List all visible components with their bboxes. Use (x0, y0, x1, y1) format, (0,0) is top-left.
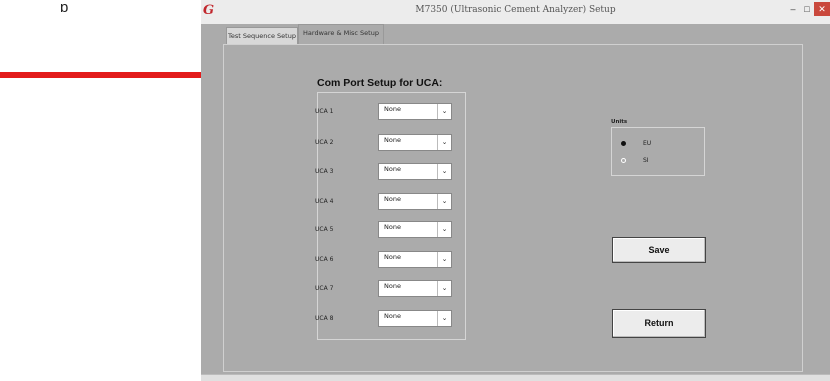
uca-6-port-select[interactable]: None ⌄ (378, 251, 452, 268)
units-group-title: Units (611, 119, 628, 125)
uca-label: UCA 8 (315, 315, 334, 322)
uca-select-value: None (384, 282, 401, 290)
eu-radio[interactable] (621, 141, 626, 146)
uca-label: UCA 2 (315, 139, 334, 146)
com-port-group-box (317, 92, 466, 340)
uca-select-value: None (384, 195, 401, 203)
uca-2-port-select[interactable]: None ⌄ (378, 134, 452, 151)
cutoff-text: p (60, 0, 69, 12)
uca-label: UCA 1 (315, 108, 334, 115)
si-radio-label: SI (643, 157, 649, 164)
uca-label: UCA 5 (315, 226, 334, 233)
com-port-section-title: Com Port Setup for UCA: (317, 77, 443, 89)
chevron-down-icon[interactable]: ⌄ (437, 311, 451, 326)
uca-3-port-select[interactable]: None ⌄ (378, 163, 452, 180)
return-button[interactable]: Return (612, 309, 706, 338)
uca-row: UCA 5 None ⌄ (201, 221, 452, 239)
uca-row: UCA 2 None ⌄ (201, 134, 452, 152)
tab-strip: Test Sequence Setup Hardware & Misc Setu… (201, 24, 830, 44)
tab-hardware-misc-setup[interactable]: Hardware & Misc Setup (298, 24, 384, 44)
uca-select-value: None (384, 105, 401, 113)
eu-radio-label: EU (643, 140, 652, 147)
window-title: M7350 (Ultrasonic Cement Analyzer) Setup (415, 5, 616, 15)
uca-select-value: None (384, 223, 401, 231)
chevron-down-icon[interactable]: ⌄ (437, 164, 451, 179)
maximize-button[interactable]: □ (800, 2, 814, 16)
close-button[interactable]: ✕ (814, 2, 830, 16)
uca-row: UCA 7 None ⌄ (201, 280, 452, 298)
setup-window: G M7350 (Ultrasonic Cement Analyzer) Set… (201, 0, 830, 381)
uca-label: UCA 6 (315, 256, 334, 263)
horizontal-scrollbar[interactable] (201, 374, 830, 381)
uca-row: UCA 4 None ⌄ (201, 193, 452, 211)
save-button[interactable]: Save (612, 237, 706, 263)
uca-select-value: None (384, 165, 401, 173)
tab-test-sequence-setup[interactable]: Test Sequence Setup (226, 27, 298, 44)
uca-4-port-select[interactable]: None ⌄ (378, 193, 452, 210)
chevron-down-icon[interactable]: ⌄ (437, 135, 451, 150)
chevron-down-icon[interactable]: ⌄ (437, 194, 451, 209)
uca-row: UCA 1 None ⌄ (201, 103, 452, 121)
si-radio[interactable] (621, 158, 626, 163)
units-group-box (611, 127, 705, 176)
uca-label: UCA 7 (315, 285, 334, 292)
uca-row: UCA 6 None ⌄ (201, 251, 452, 269)
uca-5-port-select[interactable]: None ⌄ (378, 221, 452, 238)
minimize-button[interactable]: – (786, 2, 800, 16)
chevron-down-icon[interactable]: ⌄ (437, 281, 451, 296)
title-bar: G M7350 (Ultrasonic Cement Analyzer) Set… (201, 0, 830, 24)
uca-label: UCA 4 (315, 198, 334, 205)
uca-row: UCA 3 None ⌄ (201, 163, 452, 181)
uca-8-port-select[interactable]: None ⌄ (378, 310, 452, 327)
uca-select-value: None (384, 253, 401, 261)
uca-select-value: None (384, 136, 401, 144)
uca-select-value: None (384, 312, 401, 320)
uca-label: UCA 3 (315, 168, 334, 175)
chevron-down-icon[interactable]: ⌄ (437, 252, 451, 267)
uca-7-port-select[interactable]: None ⌄ (378, 280, 452, 297)
chevron-down-icon[interactable]: ⌄ (437, 104, 451, 119)
chevron-down-icon[interactable]: ⌄ (437, 222, 451, 237)
uca-1-port-select[interactable]: None ⌄ (378, 103, 452, 120)
uca-row: UCA 8 None ⌄ (201, 310, 452, 328)
